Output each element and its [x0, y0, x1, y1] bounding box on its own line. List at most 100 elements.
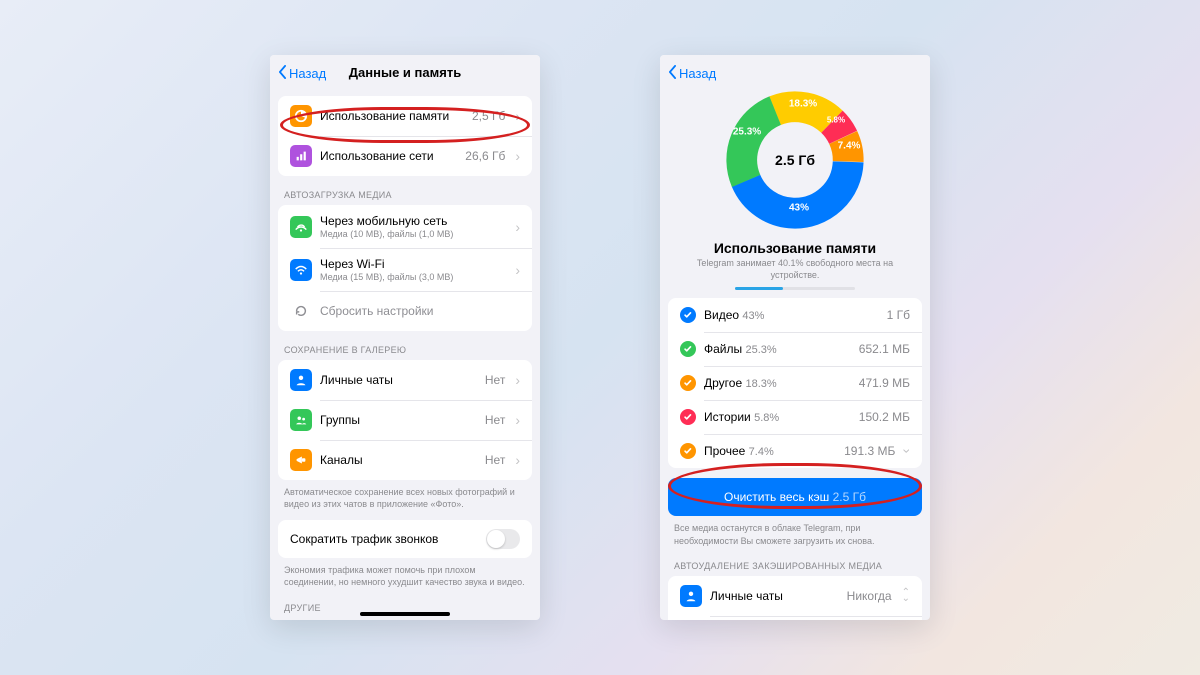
gallery-note: Автоматическое сохранение всех новых фот…: [270, 480, 540, 510]
gallery-channels-value: Нет: [485, 453, 505, 467]
reset-icon: [290, 300, 312, 322]
row-autodelete-groups[interactable]: Группы 1 месяц ⌃⌄: [668, 616, 922, 620]
gallery-groups-value: Нет: [485, 413, 505, 427]
gallery-group: Личные чаты Нет › Группы Нет › Каналы Не…: [278, 360, 532, 480]
item-label: Файлы 25.3%: [704, 342, 851, 356]
network-value: 26,6 Гб: [465, 149, 505, 163]
back-label: Назад: [289, 66, 326, 81]
chevron-left-icon: [668, 65, 677, 82]
nav-bar: Назад Данные и память: [270, 55, 540, 88]
clear-label: Очистить весь кэш: [724, 490, 829, 504]
item-value: 150.2 МБ: [859, 410, 910, 424]
page-title: Данные и память: [349, 65, 461, 80]
bars-icon: [290, 145, 312, 167]
autoload-header: АВТОЗАГРУЗКА МЕДИА: [270, 176, 540, 205]
autodelete-chats-value: Никогда: [847, 589, 892, 603]
calls-label: Сократить трафик звонков: [290, 532, 478, 546]
row-network-usage[interactable]: Использование сети 26,6 Гб ›: [278, 136, 532, 176]
wifi-sub: Медиа (15 MB), файлы (3,0 MB): [320, 272, 505, 282]
scroll-area[interactable]: Использование памяти 2,5 Гб › Использова…: [270, 88, 540, 620]
chevron-right-icon: ›: [515, 262, 520, 278]
wifi-icon: [290, 259, 312, 281]
gallery-chats-label: Личные чаты: [320, 373, 477, 387]
updown-icon: ⌃⌄: [902, 590, 910, 602]
check-dot-icon: [680, 375, 696, 391]
memory-label: Использование памяти: [320, 109, 464, 123]
person-icon: [290, 369, 312, 391]
gallery-groups-label: Группы: [320, 413, 477, 427]
memory-value: 2,5 Гб: [472, 109, 505, 123]
seg-pink: 5.8%: [827, 116, 845, 125]
row-autodelete-chats[interactable]: Личные чаты Никогда ⌃⌄: [668, 576, 922, 616]
scroll-area[interactable]: 2.5 Гб 18.3% 5.8% 7.4% 43% 25.3% Использ…: [660, 90, 930, 620]
chevron-right-icon: ›: [515, 148, 520, 164]
megaphone-icon: [290, 449, 312, 471]
storage-items-group: Видео 43% 1 Гб Файлы 25.3% 652.1 МБ Другое 1…: [668, 298, 922, 468]
storage-title: Использование памяти: [660, 234, 930, 256]
row-gallery-channels[interactable]: Каналы Нет ›: [278, 440, 532, 480]
autodelete-header: АВТОУДАЛЕНИЕ ЗАКЭШИРОВАННЫХ МЕДИА: [660, 547, 930, 576]
clear-cache-button[interactable]: Очистить весь кэш 2.5 Гб: [668, 478, 922, 516]
storage-item-row[interactable]: Файлы 25.3% 652.1 МБ: [668, 332, 922, 366]
nav-bar: Назад: [660, 55, 930, 90]
seg-yellow: 18.3%: [789, 99, 817, 110]
toggle-off[interactable]: [486, 529, 520, 549]
item-label: Истории 5.8%: [704, 410, 851, 424]
chevron-left-icon: [278, 65, 287, 82]
donut-center-label: 2.5 Гб: [760, 125, 830, 195]
item-value: 652.1 МБ: [859, 342, 910, 356]
row-reduce-calls-traffic[interactable]: Сократить трафик звонков: [278, 520, 532, 558]
storage-sub: Telegram занимает 40.1% свободного места…: [660, 256, 930, 287]
check-dot-icon: [680, 341, 696, 357]
row-wifi[interactable]: Через Wi-Fi Медиа (15 MB), файлы (3,0 MB…: [278, 248, 532, 291]
item-value: 191.3 МБ: [844, 444, 895, 458]
donut-chart: 2.5 Гб 18.3% 5.8% 7.4% 43% 25.3%: [660, 90, 930, 234]
cellular-sub: Медиа (10 MB), файлы (1,0 MB): [320, 229, 505, 239]
row-gallery-groups[interactable]: Группы Нет ›: [278, 400, 532, 440]
chevron-right-icon: ›: [515, 412, 520, 428]
calls-group: Сократить трафик звонков: [278, 520, 532, 558]
clear-note: Все медиа останутся в облаке Telegram, п…: [660, 516, 930, 546]
row-gallery-chats[interactable]: Личные чаты Нет ›: [278, 360, 532, 400]
storage-item-row[interactable]: Прочее 7.4% 191.3 МБ ›: [668, 434, 922, 468]
chevron-right-icon: ›: [515, 108, 520, 124]
usage-group: Использование памяти 2,5 Гб › Использова…: [278, 96, 532, 176]
seg-green: 25.3%: [733, 127, 761, 138]
storage-item-row[interactable]: Истории 5.8% 150.2 МБ: [668, 400, 922, 434]
chevron-right-icon: ›: [515, 372, 520, 388]
chevron-down-icon: ›: [900, 449, 916, 454]
back-label: Назад: [679, 66, 716, 81]
reset-label: Сбросить настройки: [320, 304, 520, 318]
item-label: Другое 18.3%: [704, 376, 851, 390]
item-label: Прочее 7.4%: [704, 444, 836, 458]
back-button[interactable]: Назад: [668, 65, 716, 82]
chevron-right-icon: ›: [515, 219, 520, 235]
row-reset[interactable]: Сбросить настройки: [278, 291, 532, 331]
back-button[interactable]: Назад: [278, 65, 326, 82]
gallery-header: СОХРАНЕНИЕ В ГАЛЕРЕЮ: [270, 331, 540, 360]
autoload-group: Через мобильную сеть Медиа (10 MB), файл…: [278, 205, 532, 331]
group-icon: [290, 409, 312, 431]
item-label: Видео 43%: [704, 308, 879, 322]
row-memory-usage[interactable]: Использование памяти 2,5 Гб ›: [278, 96, 532, 136]
chevron-right-icon: ›: [515, 452, 520, 468]
seg-blue: 43%: [789, 203, 809, 214]
storage-item-row[interactable]: Видео 43% 1 Гб: [668, 298, 922, 332]
gallery-channels-label: Каналы: [320, 453, 477, 467]
person-icon: [680, 585, 702, 607]
item-value: 471.9 МБ: [859, 376, 910, 390]
cellular-label: Через мобильную сеть: [320, 214, 505, 228]
check-dot-icon: [680, 443, 696, 459]
storage-item-row[interactable]: Другое 18.3% 471.9 МБ: [668, 366, 922, 400]
gallery-chats-value: Нет: [485, 373, 505, 387]
item-value: 1 Гб: [887, 308, 910, 322]
row-cellular[interactable]: Через мобильную сеть Медиа (10 MB), файл…: [278, 205, 532, 248]
autodelete-group: Личные чаты Никогда ⌃⌄ Группы 1 месяц ⌃⌄: [668, 576, 922, 620]
check-dot-icon: [680, 409, 696, 425]
wifi-label: Через Wi-Fi: [320, 257, 505, 271]
pie-icon: [290, 105, 312, 127]
cellular-icon: [290, 216, 312, 238]
autodelete-chats-label: Личные чаты: [710, 589, 839, 603]
phone-data-and-storage: Назад Данные и память Использование памя…: [270, 55, 540, 620]
progress-bar: [735, 287, 855, 290]
